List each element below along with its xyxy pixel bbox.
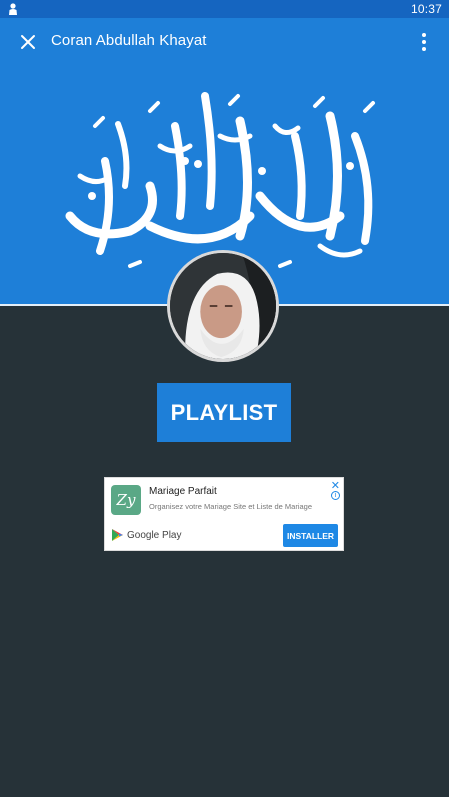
- reciter-portrait: [170, 253, 276, 359]
- person-icon: [9, 3, 17, 15]
- ad-app-logo: Zy: [111, 485, 141, 515]
- close-icon[interactable]: [16, 30, 40, 54]
- ad-title: Mariage Parfait: [149, 486, 217, 497]
- install-button[interactable]: INSTALLER: [283, 524, 338, 547]
- google-play-icon: [112, 529, 123, 541]
- status-bar: 10:37: [0, 0, 449, 18]
- app-bar: Coran Abdullah Khayat: [0, 18, 449, 66]
- ad-info-icon[interactable]: i: [331, 491, 340, 500]
- ad-description: Organisez votre Mariage Site et Liste de…: [149, 502, 312, 511]
- ad-banner[interactable]: Zy Mariage Parfait Organisez votre Maria…: [104, 477, 344, 551]
- google-play-label: Google Play: [127, 529, 182, 541]
- reciter-avatar: [167, 250, 279, 362]
- app-title: Coran Abdullah Khayat: [51, 32, 207, 49]
- status-time: 10:37: [410, 2, 442, 16]
- playlist-button[interactable]: PLAYLIST: [157, 383, 291, 442]
- more-vert-icon[interactable]: [412, 30, 436, 54]
- google-play-badge: Google Play: [112, 529, 181, 541]
